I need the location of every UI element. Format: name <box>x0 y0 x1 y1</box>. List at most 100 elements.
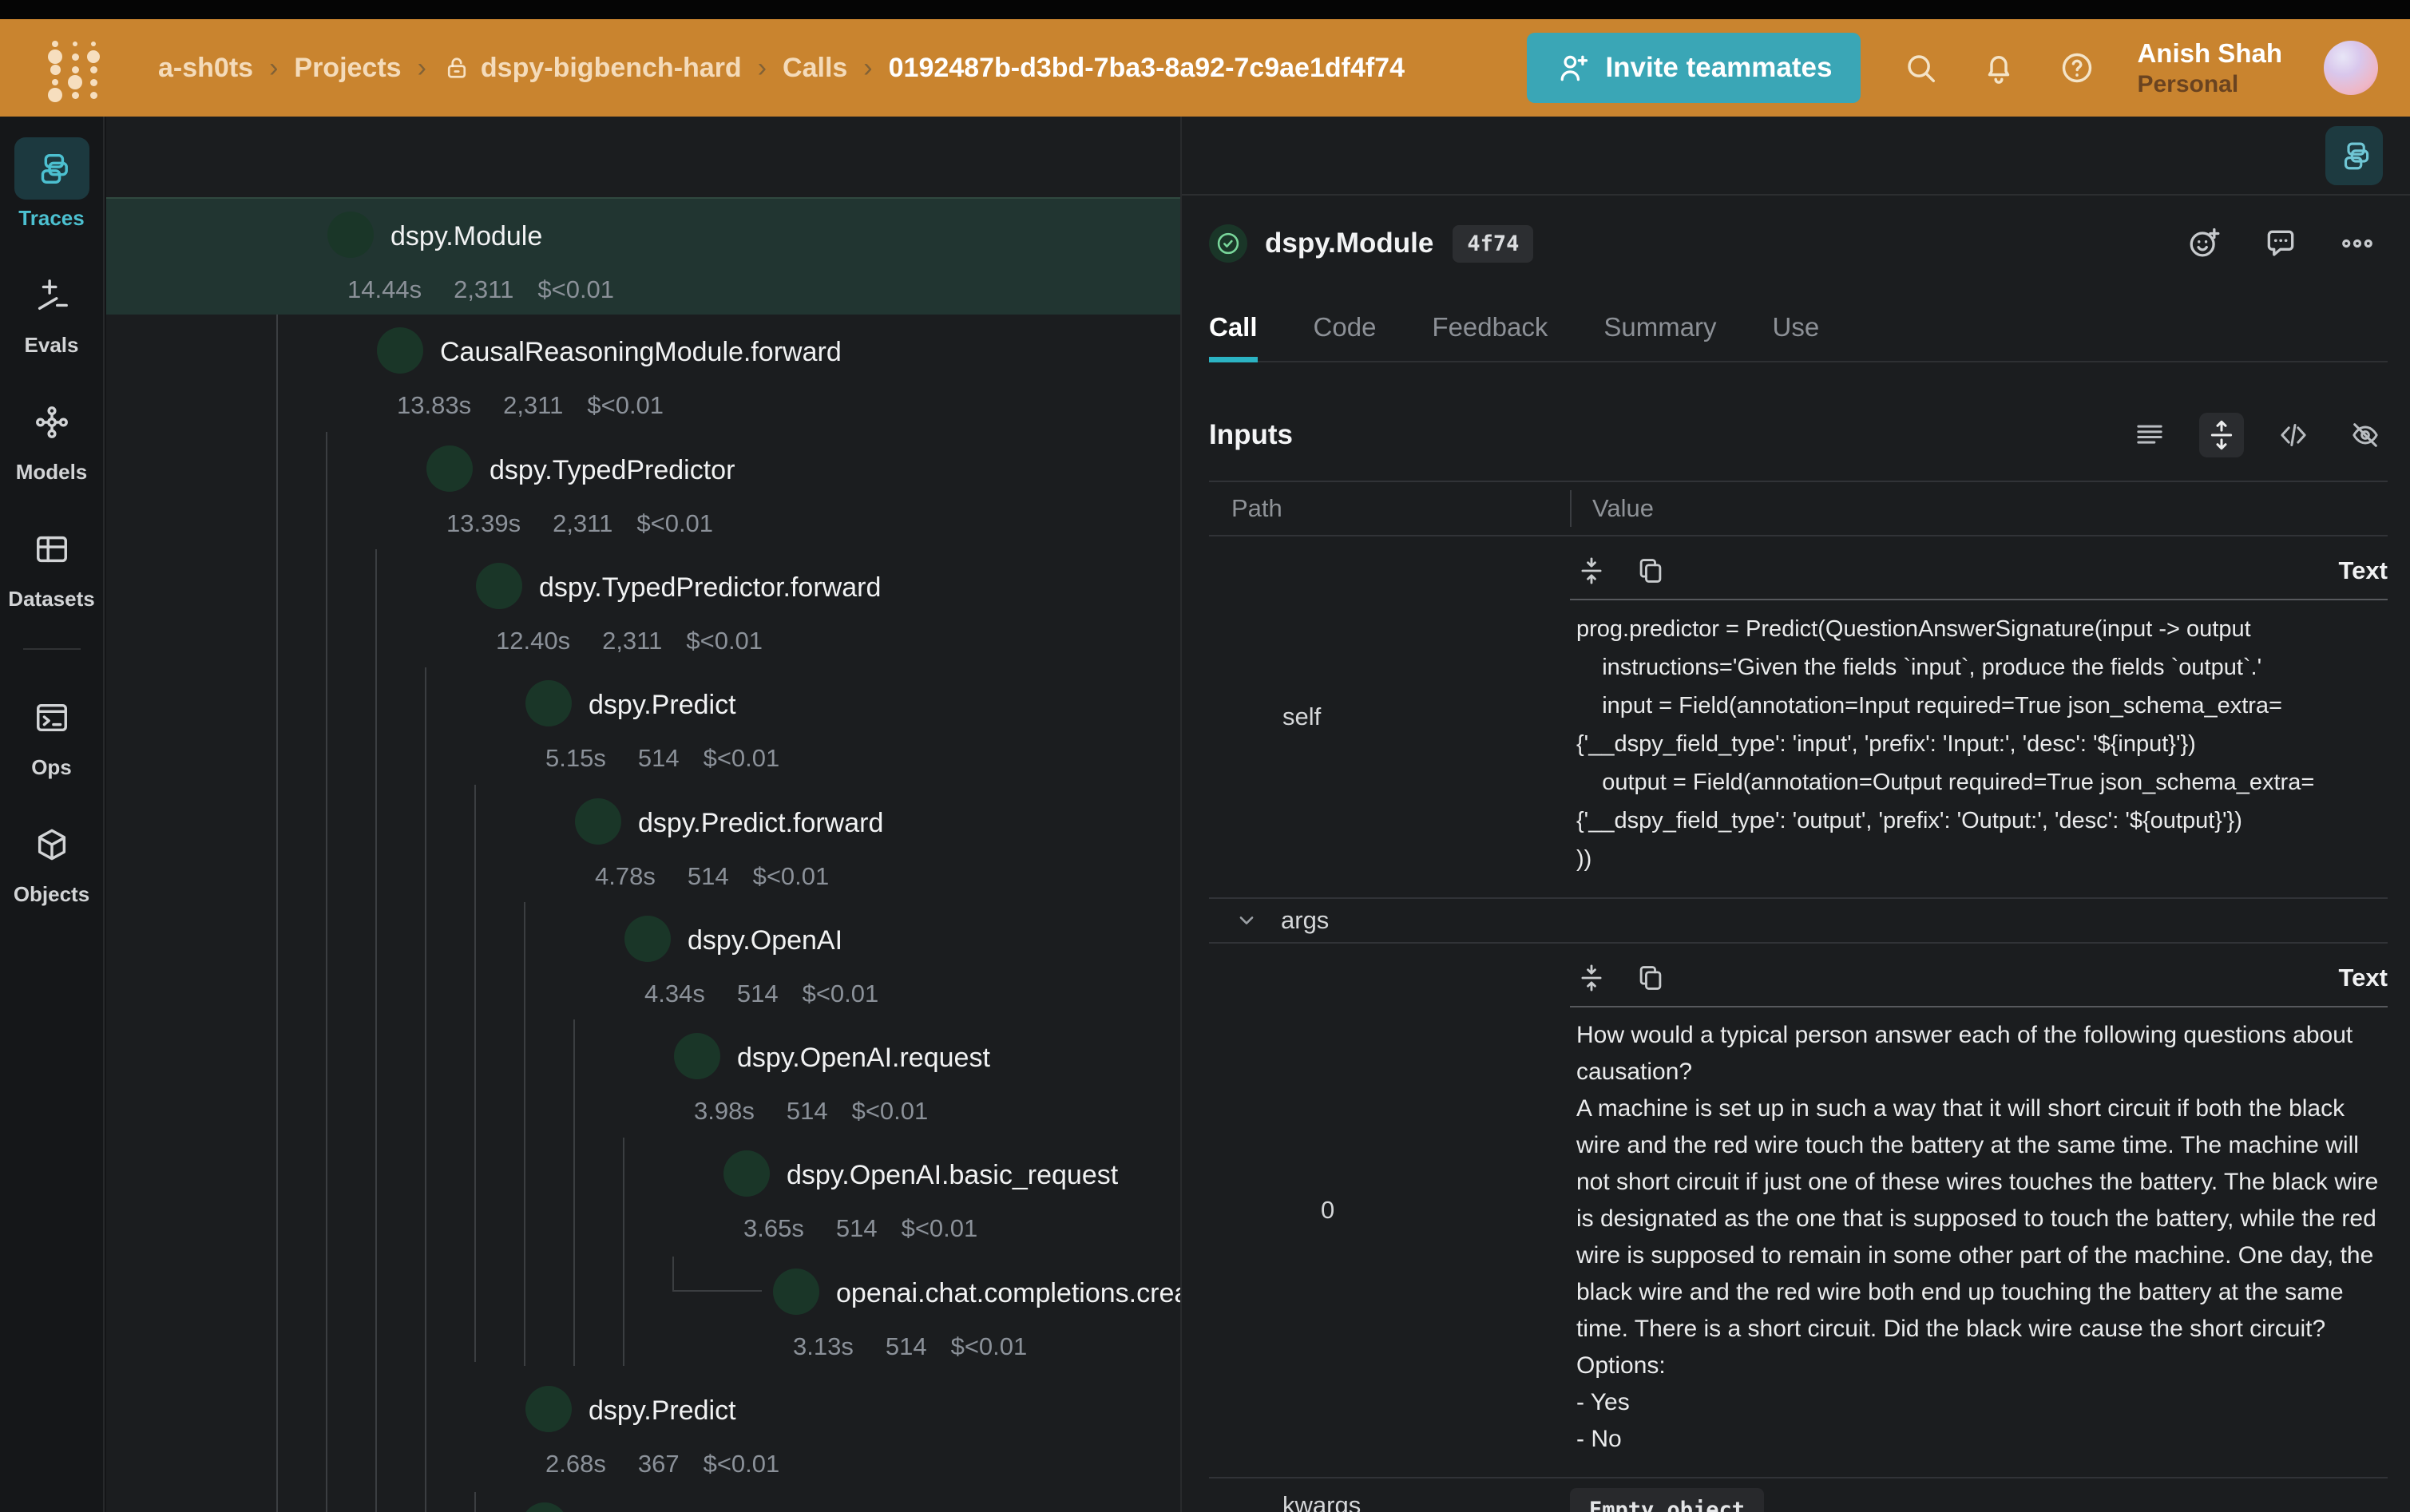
collapse-value-icon[interactable] <box>1576 556 1607 586</box>
sidebar-item-label: Datasets <box>8 587 94 612</box>
sidebar-item-datasets[interactable]: Datasets <box>8 518 94 612</box>
evals-icon <box>34 277 70 314</box>
sidebar-item-label: Ops <box>31 755 72 780</box>
trace-tree-row[interactable]: dspy.TypedPredictor.forward 12.40s 2,311… <box>106 550 1180 667</box>
avatar[interactable] <box>2324 41 2378 95</box>
trace-tree-row[interactable]: dspy.Module 14.44s 2,311 $<0.01 <box>106 197 1180 315</box>
wandb-dots-logo[interactable] <box>38 37 101 99</box>
token-count: 2,311 <box>594 627 662 655</box>
cost: $<0.01 <box>852 1097 929 1126</box>
input-value-text: prog.predictor = Predict(QuestionAnswerS… <box>1570 610 2388 878</box>
chevron-down-icon[interactable] <box>315 338 344 367</box>
chevron-down-icon <box>1233 907 1260 934</box>
call-header: dspy.Module 4f74 <box>1182 196 2410 263</box>
trace-tree-row[interactable]: dspy.OpenAI.basic_request 3.65s 514 $<0.… <box>106 1138 1180 1255</box>
trace-meta: 3.65s 514 $<0.01 <box>735 1214 977 1243</box>
trace-tree-row[interactable]: dspy.Predict 5.15s 514 $<0.01 <box>106 667 1180 785</box>
input-row-kwargs: kwargs Empty object <box>1209 1478 2388 1512</box>
cost: $<0.01 <box>951 1332 1028 1361</box>
user-name: Anish Shah <box>2137 37 2282 69</box>
trace-title: dspy.Module <box>390 221 542 252</box>
top-black-strip <box>0 0 2410 19</box>
chevron-down-icon[interactable] <box>464 1397 493 1426</box>
tab-code[interactable]: Code <box>1314 312 1377 361</box>
trace-tree-row[interactable]: dspy.OpenAI 4.34s 514 $<0.01 <box>106 903 1180 1020</box>
chevron-down-icon[interactable] <box>563 927 592 956</box>
cost: $<0.01 <box>636 509 713 538</box>
add-reaction-icon[interactable] <box>2186 226 2222 261</box>
breadcrumb-item[interactable]: Projects <box>294 53 401 84</box>
value-block: Text How would a typical person answer e… <box>1570 944 2388 1477</box>
chevron-down-icon[interactable] <box>414 574 443 603</box>
input-row-self: self Text prog.predictor = Predict(Quest… <box>1209 536 2388 899</box>
trace-tree-row[interactable]: openai.chat.completions.create 3.13s 514… <box>106 1256 1180 1373</box>
trace-meta: 4.78s 514 $<0.01 <box>587 862 829 891</box>
app-bar: a-sh0ts›Projects›dspy-bigbench-hard›Call… <box>0 19 2410 117</box>
duration: 4.78s <box>587 862 656 891</box>
chevron-down-icon[interactable] <box>464 691 493 720</box>
sidebar-item-traces[interactable]: Traces <box>14 137 89 231</box>
token-count: 514 <box>630 744 680 773</box>
trace-tree-row[interactable]: CausalReasoningModule.forward 13.83s 2,3… <box>106 315 1180 432</box>
input-row-arg0: 0 Text How would a typical person answer… <box>1209 944 2388 1478</box>
chevron-down-icon[interactable] <box>266 223 295 251</box>
trace-tree-row[interactable]: dspy.TypedPredictor 13.39s 2,311 $<0.01 <box>106 433 1180 550</box>
breadcrumb-item[interactable]: dspy-bigbench-hard <box>442 53 742 84</box>
trace-meta: 13.39s 2,311 $<0.01 <box>438 509 713 538</box>
trace-title: dspy.OpenAI.basic_request <box>787 1160 1118 1191</box>
code-view-icon[interactable] <box>2271 413 2316 457</box>
list-view-icon[interactable] <box>2127 413 2172 457</box>
invite-teammates-button[interactable]: Invite teammates <box>1527 33 1861 103</box>
chevron-down-icon[interactable] <box>513 809 542 838</box>
trace-tree-panel: dspy.Module 14.44s 2,311 $<0.01 CausalRe… <box>106 117 1180 1512</box>
hide-values-icon[interactable] <box>2343 413 2388 457</box>
value-toolbar: Text <box>1570 551 2388 599</box>
comment-icon[interactable] <box>2263 226 2298 261</box>
breadcrumb-item[interactable]: 0192487b-d3bd-7ba3-8a92-7c9ae1df4f74 <box>889 53 1405 84</box>
sidebar-item-label: Models <box>16 460 88 485</box>
breadcrumb-item[interactable]: a-sh0ts <box>158 53 253 84</box>
collapse-value-icon[interactable] <box>1576 963 1607 993</box>
trace-tree-row[interactable]: dspy.Predict 2.68s 367 $<0.01 <box>106 1373 1180 1490</box>
user-account[interactable]: Anish Shah Personal <box>2137 37 2282 100</box>
cost: $<0.01 <box>902 1214 978 1243</box>
sidebar-item-ops[interactable]: Ops <box>14 687 89 780</box>
breadcrumb-item[interactable]: Calls <box>783 53 847 84</box>
tab-feedback[interactable]: Feedback <box>1432 312 1548 361</box>
chevron-down-icon[interactable] <box>365 457 394 485</box>
chevron-down-icon[interactable] <box>612 1044 641 1073</box>
tab-summary[interactable]: Summary <box>1603 312 1716 361</box>
sidebar-item-objects[interactable]: Objects <box>14 813 89 907</box>
copy-icon[interactable] <box>1635 963 1666 993</box>
call-detail-panel: dspy.Module 4f74 Call Code Feedback Summary… <box>1180 117 2410 1512</box>
trace-tree-row[interactable]: dspy.OpenAI.request 3.98s 514 $<0.01 <box>106 1020 1180 1138</box>
breadcrumb-separator: › <box>269 53 278 84</box>
sidebar-item-evals[interactable]: Evals <box>14 264 89 358</box>
help-icon[interactable] <box>2059 49 2095 86</box>
lock-icon <box>442 53 471 82</box>
input-group-args[interactable]: args <box>1209 899 2388 944</box>
trace-tree-row[interactable]: dspy.Predict.forward 4.78s 514 $<0.01 <box>106 786 1180 903</box>
status-success-icon <box>575 798 621 845</box>
tab-call[interactable]: Call <box>1209 312 1258 362</box>
call-id-chip[interactable]: 4f74 <box>1453 225 1533 263</box>
input-path-label: self <box>1209 536 1570 897</box>
status-success-icon <box>1209 224 1247 263</box>
models-icon <box>34 404 70 441</box>
search-icon[interactable] <box>1902 49 1939 86</box>
token-count: 514 <box>828 1214 878 1243</box>
value-column-header: Value <box>1570 490 2388 527</box>
sidebar-item-label: Objects <box>14 882 89 907</box>
chevron-down-icon[interactable] <box>662 1162 691 1190</box>
copy-icon[interactable] <box>1635 556 1666 586</box>
sidebar-item-models[interactable]: Models <box>14 391 89 485</box>
notifications-bell-icon[interactable] <box>1980 49 2017 86</box>
trace-title: dspy.Predict.forward <box>638 808 883 839</box>
trace-tree-toggle-button[interactable] <box>2325 126 2383 185</box>
tab-use[interactable]: Use <box>1773 312 1820 361</box>
overflow-menu-icon[interactable] <box>2340 226 2375 261</box>
expand-rows-icon[interactable] <box>2199 413 2244 457</box>
cost: $<0.01 <box>686 627 763 655</box>
duration: 3.98s <box>686 1097 755 1126</box>
cost: $<0.01 <box>803 980 879 1008</box>
